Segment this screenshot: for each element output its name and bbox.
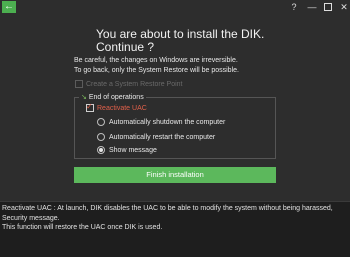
restart-radio-circle[interactable]: [97, 133, 105, 141]
end-of-operations-label: End of operations: [88, 94, 144, 101]
warning-line-1: Be careful, the changes on Windows are i…: [74, 57, 238, 64]
finish-installation-button[interactable]: Finish installation: [74, 167, 276, 183]
shutdown-radio[interactable]: Automatically shutdown the computer: [97, 118, 225, 126]
maximize-icon: [324, 3, 332, 11]
warning-line-2: To go back, only the System Restore will…: [74, 67, 239, 74]
shutdown-radio-label: Automatically shutdown the computer: [109, 118, 226, 126]
shutdown-radio-circle[interactable]: [97, 118, 105, 126]
restore-point-checkbox: Create a System Restore Point: [75, 80, 183, 88]
installer-window: ← ? — ✕ You are about to install the DIK…: [0, 0, 350, 257]
title-bar: ← ? — ✕: [0, 0, 350, 14]
reactivate-uac-checkbox-box[interactable]: ✓: [86, 102, 94, 112]
help-button[interactable]: ?: [286, 0, 302, 14]
description-line-2: Security message.: [2, 215, 60, 222]
show-message-radio[interactable]: Show message: [97, 146, 157, 154]
back-arrow-icon: ←: [4, 1, 14, 12]
restore-point-checkbox-box: [75, 80, 83, 88]
show-message-radio-label: Show message: [109, 146, 157, 154]
close-icon: ✕: [340, 2, 348, 12]
description-line-1: Reactivate UAC : At launch, DIK disables…: [2, 205, 333, 212]
reactivate-uac-label: Reactivate UAC: [97, 104, 147, 112]
install-heading: You are about to install the DIK.: [96, 27, 265, 41]
show-message-radio-circle[interactable]: [97, 146, 105, 154]
close-button[interactable]: ✕: [336, 0, 350, 14]
back-button[interactable]: ←: [2, 1, 16, 13]
help-icon: ?: [291, 2, 297, 12]
continue-heading: Continue ?: [96, 40, 155, 54]
description-line-3: This function will restore the UAC once …: [2, 224, 163, 231]
restore-point-label: Create a System Restore Point: [86, 80, 183, 88]
restart-radio[interactable]: Automatically restart the computer: [97, 133, 215, 141]
minimize-button[interactable]: —: [304, 0, 320, 14]
checkmark-icon: ✓: [86, 102, 93, 111]
arrow-down-right-icon: ↘: [81, 94, 87, 101]
maximize-button[interactable]: [320, 0, 336, 14]
reactivate-uac-checkbox[interactable]: ✓ Reactivate UAC: [86, 102, 147, 112]
minimize-icon: —: [307, 2, 317, 12]
restart-radio-label: Automatically restart the computer: [109, 133, 216, 141]
end-of-operations-legend: ↘ End of operations: [79, 93, 146, 101]
